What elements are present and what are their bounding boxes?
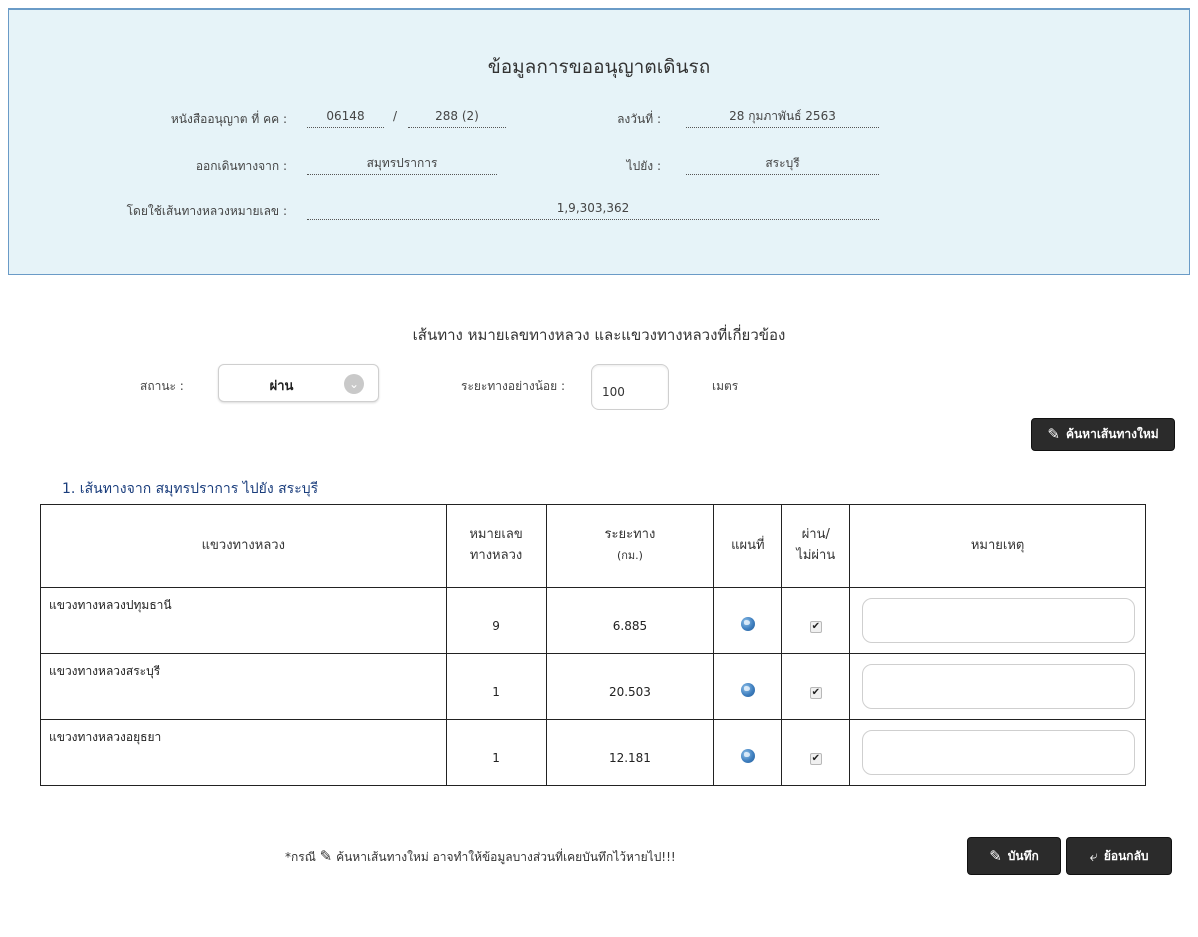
from-field: สมุทรปราการ: [307, 154, 497, 175]
distance-cell: 20.503: [545, 653, 715, 720]
status-select[interactable]: ผ่าน ⌄: [218, 364, 379, 402]
table-header-row: แขวงทางหลวง หมายเลข ทางหลวง ระยะทาง (กม.) …: [40, 504, 1146, 588]
min-distance-input[interactable]: 100: [591, 364, 669, 410]
permit-number-field: 06148: [307, 107, 384, 128]
map-cell: [713, 653, 783, 720]
district-cell: แขวงทางหลวงสระบุรี: [40, 653, 447, 720]
save-label: บันทึก: [1007, 848, 1039, 863]
note-input[interactable]: [862, 598, 1135, 643]
highway-number-cell: 1: [445, 719, 547, 786]
table-row: แขวงทางหลวงปทุมธานี 9 6.885 ✔: [40, 587, 1146, 654]
highway-number-cell: 9: [445, 587, 547, 654]
to-field: สระบุรี: [686, 154, 879, 175]
route-result-heading: 1. เส้นทางจาก สมุทรปราการ ไปยัง สระบุรี: [62, 481, 319, 497]
pass-cell: ✔: [781, 587, 851, 654]
route-table: แขวงทางหลวง หมายเลข ทางหลวง ระยะทาง (กม.) …: [40, 504, 1146, 786]
note-cell: [849, 719, 1146, 786]
warning-text: ค้นหาเส้นทางใหม่ อาจทำให้ข้อมูลบางส่วนที…: [336, 850, 676, 864]
panel-title: ข้อมูลการขออนุญาตเดินรถ: [487, 56, 711, 78]
district-cell: แขวงทางหลวงอยุธยา: [40, 719, 447, 786]
edit-icon: ✎: [1047, 425, 1060, 443]
min-distance-label: ระยะทางอย่างน้อย :: [461, 379, 566, 393]
permit-sub-field: 288 (2): [408, 107, 506, 128]
table-row: แขวงทางหลวงอยุธยา 1 12.181 ✔: [40, 719, 1146, 786]
note-input[interactable]: [862, 664, 1135, 709]
edit-icon: ✎: [319, 847, 333, 865]
route-section-title: เส้นทาง หมายเลขทางหลวง และแขวงทางหลวงที่…: [412, 326, 786, 344]
col-distance: ระยะทาง (กม.): [545, 504, 715, 588]
route-number-field: 1,9,303,362: [307, 199, 879, 220]
distance-cell: 6.885: [545, 587, 715, 654]
permit-info-panel: ข้อมูลการขออนุญาตเดินรถ หนังสืออนุญาต ที…: [8, 8, 1190, 275]
globe-icon[interactable]: [740, 683, 755, 697]
chevron-down-icon: ⌄: [344, 374, 364, 394]
note-cell: [849, 653, 1146, 720]
highway-number-cell: 1: [445, 653, 547, 720]
reply-arrow-icon: ⤶: [1089, 846, 1098, 865]
col-note: หมายเหตุ: [849, 504, 1146, 588]
date-field: 28 กุมภาพันธ์ 2563: [686, 107, 879, 128]
search-new-route-button[interactable]: ✎ ค้นหาเส้นทางใหม่: [1031, 418, 1175, 451]
note-input[interactable]: [862, 730, 1135, 775]
col-map: แผนที่: [713, 504, 783, 588]
distance-cell: 12.181: [545, 719, 715, 786]
col-highway-number: หมายเลข ทางหลวง: [445, 504, 547, 588]
save-button[interactable]: ✎ บันทึก: [967, 837, 1061, 875]
date-label: ลงวันที่ :: [617, 112, 661, 126]
back-label: ย้อนกลับ: [1103, 848, 1149, 863]
district-cell: แขวงทางหลวงปทุมธานี: [40, 587, 447, 654]
distance-unit: เมตร: [712, 379, 739, 393]
search-new-route-label: ค้นหาเส้นทางใหม่: [1065, 427, 1159, 441]
col-pass: ผ่าน/ไม่ผ่าน: [781, 504, 851, 588]
pass-cell: ✔: [781, 653, 851, 720]
back-button[interactable]: ⤶ ย้อนกลับ: [1066, 837, 1172, 875]
edit-icon: ✎: [989, 846, 1002, 865]
note-cell: [849, 587, 1146, 654]
map-cell: [713, 719, 783, 786]
permit-separator: /: [393, 109, 398, 123]
warning-prefix: *กรณี: [285, 850, 316, 864]
col-district: แขวงทางหลวง: [40, 504, 447, 588]
to-label: ไปยัง :: [626, 159, 661, 173]
status-value: ผ่าน: [269, 379, 294, 394]
warning-note: *กรณี ✎ ค้นหาเส้นทางใหม่ อาจทำให้ข้อมูลบ…: [285, 847, 676, 867]
pass-checkbox[interactable]: ✔: [809, 621, 822, 633]
pass-checkbox[interactable]: ✔: [809, 687, 822, 699]
pass-checkbox[interactable]: ✔: [809, 753, 822, 765]
pass-cell: ✔: [781, 719, 851, 786]
table-row: แขวงทางหลวงสระบุรี 1 20.503 ✔: [40, 653, 1146, 720]
from-label: ออกเดินทางจาก :: [195, 159, 287, 173]
map-cell: [713, 587, 783, 654]
route-number-label: โดยใช้เส้นทางหลวงหมายเลข :: [126, 204, 287, 218]
permit-label: หนังสืออนุญาต ที่ คค :: [170, 112, 287, 126]
status-label: สถานะ :: [140, 379, 184, 393]
globe-icon[interactable]: [740, 749, 755, 763]
globe-icon[interactable]: [740, 617, 755, 631]
